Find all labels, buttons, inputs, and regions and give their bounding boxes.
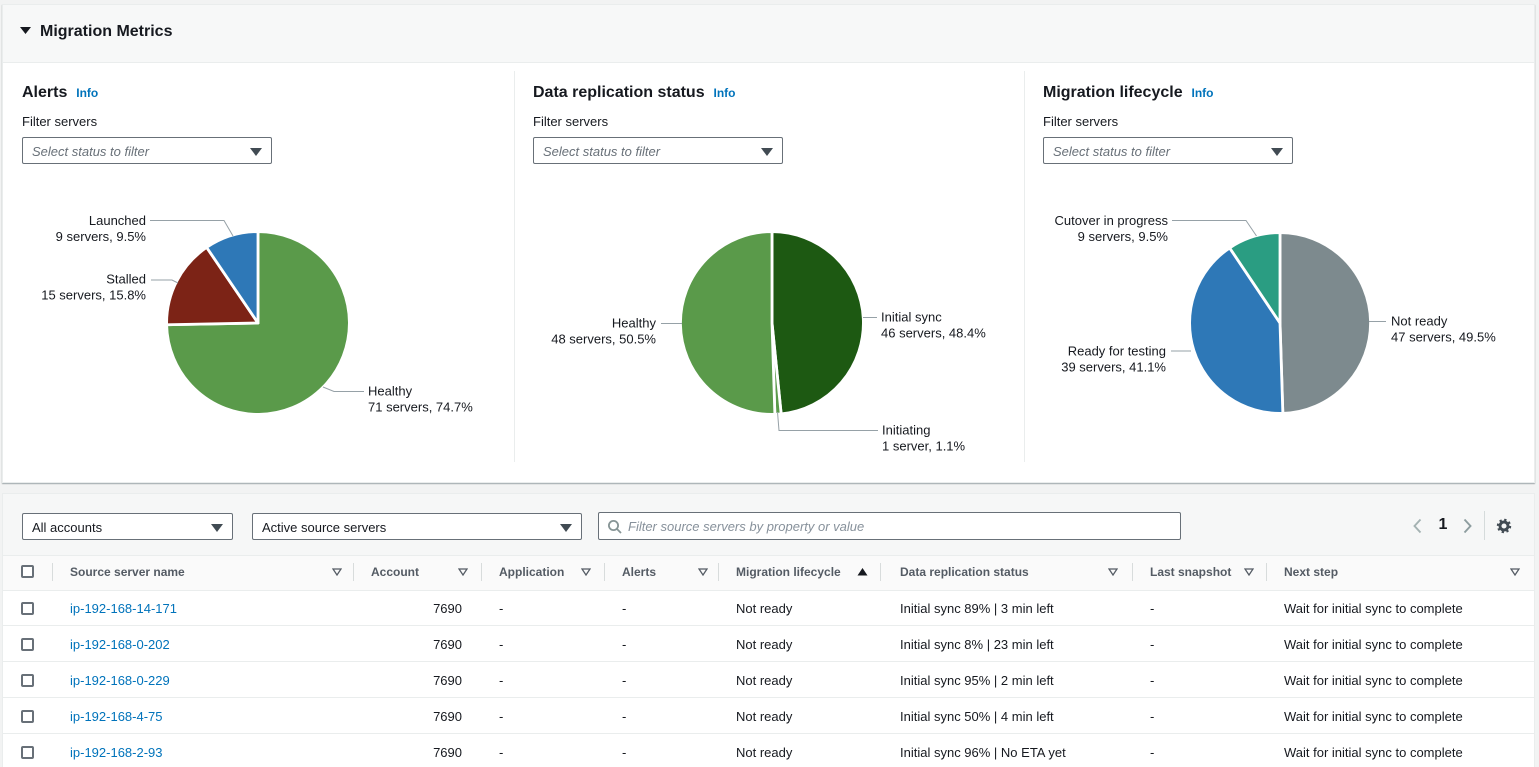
svg-text:Initial sync: Initial sync	[881, 310, 942, 325]
svg-text:Not ready: Not ready	[1391, 314, 1448, 329]
svg-text:Healthy: Healthy	[612, 316, 657, 331]
svg-text:Initiating: Initiating	[882, 423, 930, 438]
svg-text:1 server, 1.1%: 1 server, 1.1%	[882, 439, 966, 454]
svg-text:Ready for testing: Ready for testing	[1068, 344, 1166, 359]
svg-text:47 servers, 49.5%: 47 servers, 49.5%	[1391, 330, 1496, 345]
svg-text:Stalled: Stalled	[106, 272, 146, 287]
svg-text:Healthy: Healthy	[368, 384, 413, 399]
svg-text:48 servers, 50.5%: 48 servers, 50.5%	[551, 332, 656, 347]
svg-text:39 servers, 41.1%: 39 servers, 41.1%	[1061, 360, 1166, 375]
svg-text:Launched: Launched	[89, 213, 146, 228]
svg-text:Cutover in progress: Cutover in progress	[1055, 213, 1169, 228]
svg-text:15 servers, 15.8%: 15 servers, 15.8%	[41, 288, 146, 303]
svg-text:9 servers, 9.5%: 9 servers, 9.5%	[1078, 229, 1169, 244]
svg-text:9 servers, 9.5%: 9 servers, 9.5%	[56, 229, 147, 244]
svg-text:71 servers, 74.7%: 71 servers, 74.7%	[368, 400, 473, 415]
svg-text:46 servers, 48.4%: 46 servers, 48.4%	[881, 326, 986, 341]
